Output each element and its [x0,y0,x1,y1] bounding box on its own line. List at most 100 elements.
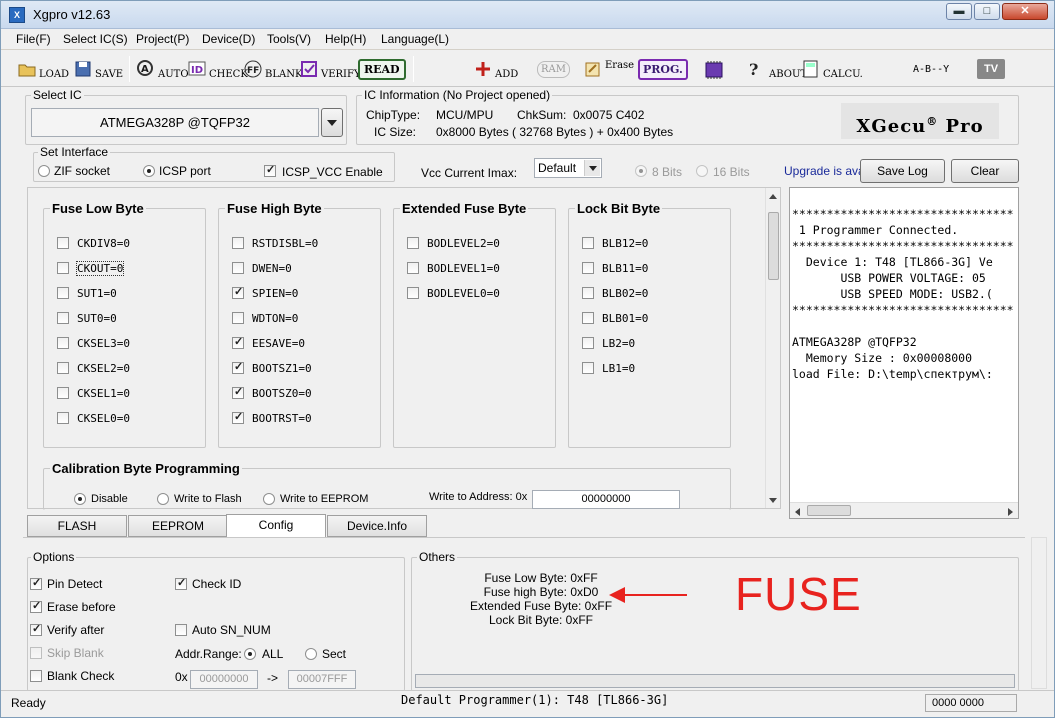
fuse-checkbox[interactable] [232,312,244,324]
prog-button[interactable]: PROG. [638,54,688,84]
chevron-down-icon [584,160,600,176]
chksum-value: 0x0075 C402 [573,108,645,122]
menu-device[interactable]: Device(D) [202,32,255,46]
fuse-checkbox[interactable] [232,335,244,349]
fuse-checkbox[interactable] [232,262,244,274]
ic-info-title: IC Information (No Project opened) [362,88,553,102]
check-button[interactable]: ID CHECK [187,54,248,84]
blank-button[interactable]: FF BLANK [243,54,302,84]
load-button[interactable]: LOAD [17,54,69,84]
8-bits-radio[interactable] [635,165,647,177]
clear-button[interactable]: Clear [951,159,1019,183]
chksum-label: ChkSum: [517,108,567,122]
add-button[interactable]: ADD [473,54,518,84]
icsp-vcc-checkbox[interactable] [264,163,276,177]
fuse-checkbox[interactable] [232,360,244,374]
icsize-label: IC Size: [374,125,417,139]
main-window: X Xgpro v12.63 ▬ □ ✕ File(F) Select IC(S… [0,0,1055,718]
fuse-checkbox[interactable] [232,285,244,299]
fuse-checkbox[interactable] [57,312,69,324]
calculator-button[interactable]: CALCU. [801,54,863,84]
fuse-checkbox[interactable] [57,412,69,424]
16-bits-radio[interactable] [696,165,708,177]
svg-text:ID: ID [191,65,203,76]
options-scrollbar[interactable] [1031,537,1047,689]
fuse-checkbox[interactable] [582,337,594,349]
fuse-checkbox[interactable] [407,262,419,274]
fuse-label: SUT1=0 [77,287,117,300]
select-ic-dropdown[interactable] [321,108,343,137]
erase-button[interactable]: Erase [583,54,634,84]
read-button[interactable]: READ [358,54,406,84]
save-icon [73,59,93,79]
minimize-button[interactable]: ▬ [946,3,972,20]
check-id-checkbox[interactable] [175,576,187,590]
status-programmer: Default Programmer(1): T48 [TL866-3G] [401,693,669,707]
addr-arrow: -> [267,671,279,685]
config-scroll-thumb[interactable] [768,212,779,280]
verify-after-checkbox[interactable] [30,622,42,636]
fuse-checkbox[interactable] [57,237,69,249]
menu-language[interactable]: Language(L) [381,32,449,46]
menu-tools[interactable]: Tools(V) [267,32,311,46]
upgrade-link[interactable]: Upgrade is ava [784,164,860,178]
auto-button[interactable]: A AUTO [136,54,189,84]
fuse-checkbox[interactable] [232,410,244,424]
zif-socket-radio[interactable] [38,165,50,177]
tab-eeprom[interactable]: EEPROM [128,515,228,537]
log-scroll-thumb[interactable] [807,505,851,516]
tab-config[interactable]: Config [226,514,326,538]
calibration-disable-radio[interactable] [74,493,86,505]
blank-check-checkbox[interactable] [30,670,42,682]
log-horizontal-scrollbar[interactable] [790,502,1018,518]
selected-ic-field[interactable]: ATMEGA328P @TQFP32 [31,108,319,137]
fuse-checkbox[interactable] [407,237,419,249]
addr-sect-radio[interactable] [305,648,317,660]
fuse-checkbox[interactable] [582,287,594,299]
addr-from-input[interactable]: 00000000 [190,670,258,689]
save-log-button[interactable]: Save Log [860,159,945,183]
fuse-label: CKSEL1=0 [77,387,130,400]
write-eeprom-radio[interactable] [263,493,275,505]
fuse-checkbox[interactable] [57,287,69,299]
save-button[interactable]: SAVE [73,54,123,84]
fuse-checkbox[interactable] [57,387,69,399]
tab-flash[interactable]: FLASH [27,515,127,537]
logic-test-button[interactable]: A-B--Y [913,54,949,84]
close-button[interactable]: ✕ [1002,3,1048,20]
write-address-input[interactable]: 00000000 [532,490,680,509]
menu-file[interactable]: File(F) [16,32,51,46]
ram-button[interactable]: RAM [537,54,570,84]
fuse-checkbox[interactable] [57,362,69,374]
chip-button[interactable] [702,54,723,84]
fuse-checkbox[interactable] [582,362,594,374]
config-scrollbar[interactable] [765,188,780,508]
maximize-button[interactable]: □ [974,3,1000,20]
fuse-checkbox[interactable] [407,287,419,299]
fuse-checkbox[interactable] [582,312,594,324]
fuse-checkbox[interactable] [232,237,244,249]
vcc-current-select[interactable]: Default [534,158,602,178]
menu-help[interactable]: Help(H) [325,32,366,46]
pin-detect-checkbox[interactable] [30,576,42,590]
fuse-checkbox[interactable] [582,262,594,274]
addr-to-input[interactable]: 00007FFF [288,670,356,689]
menu-select-ic[interactable]: Select IC(S) [63,32,128,46]
tab-device-info[interactable]: Device.Info [327,515,427,537]
write-flash-radio[interactable] [157,493,169,505]
verify-button[interactable]: VERIFY [299,54,361,84]
fuse-checkbox[interactable] [232,385,244,399]
icsp-port-radio[interactable] [143,165,155,177]
log-line: ******************************** [792,303,1014,317]
menu-project[interactable]: Project(P) [136,32,189,46]
log-line: ******************************** [792,207,1014,221]
addr-all-radio[interactable] [244,648,256,660]
auto-sn-checkbox[interactable] [175,624,187,636]
tv-button[interactable]: TV [977,54,1005,84]
about-button[interactable]: ? ABOUT [747,54,807,84]
skip-blank-checkbox[interactable] [30,647,42,659]
fuse-checkbox[interactable] [57,262,69,274]
erase-before-checkbox[interactable] [30,599,42,613]
fuse-checkbox[interactable] [57,337,69,349]
fuse-checkbox[interactable] [582,237,594,249]
